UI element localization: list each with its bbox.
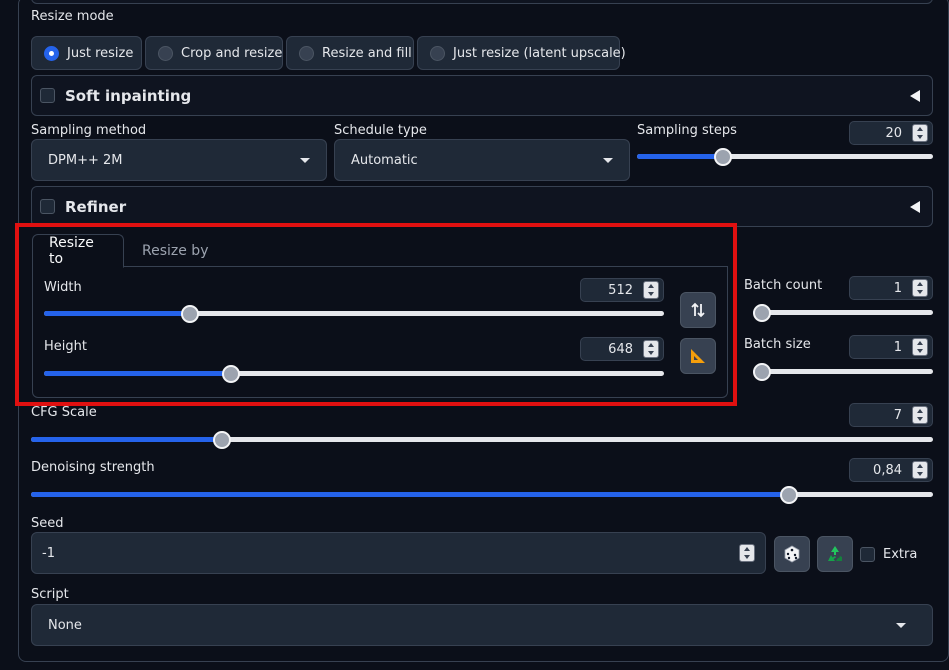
stepper-arrows-icon[interactable] bbox=[912, 279, 928, 297]
soft-inpainting-label: Soft inpainting bbox=[65, 86, 192, 105]
radio-label: Crop and resize bbox=[181, 45, 283, 61]
radio-just-resize-latent[interactable]: Just resize (latent upscale) bbox=[417, 36, 626, 70]
extra-seed-checkbox[interactable] bbox=[860, 547, 875, 562]
radio-resize-and-fill[interactable]: Resize and fill bbox=[286, 36, 414, 70]
denoising-strength-label: Denoising strength bbox=[31, 460, 155, 475]
chevron-down-icon bbox=[896, 622, 906, 628]
stepper-arrows-icon[interactable] bbox=[912, 124, 928, 142]
batch-size-label: Batch size bbox=[744, 337, 811, 352]
batch-count-value: 1 bbox=[893, 280, 902, 296]
radio-label: Just resize bbox=[67, 45, 134, 61]
slider-fill bbox=[31, 437, 223, 442]
collapse-triangle-icon[interactable] bbox=[910, 89, 920, 102]
sampling-steps-value: 20 bbox=[885, 125, 902, 141]
denoising-strength-slider[interactable] bbox=[31, 486, 933, 504]
denoising-strength-value: 0,84 bbox=[873, 462, 902, 478]
seed-input[interactable]: -1 bbox=[31, 532, 766, 574]
slider-thumb[interactable] bbox=[713, 148, 732, 166]
script-value: None bbox=[48, 617, 82, 633]
chevron-down-icon bbox=[300, 157, 310, 163]
batch-count-input[interactable]: 1 bbox=[849, 276, 933, 300]
cfg-scale-slider[interactable] bbox=[31, 431, 933, 449]
batch-count-slider[interactable] bbox=[753, 304, 933, 322]
sampling-method-value: DPM++ 2M bbox=[48, 152, 123, 168]
denoising-strength-input[interactable]: 0,84 bbox=[849, 458, 933, 482]
recycle-icon bbox=[828, 546, 842, 561]
radio-label: Resize and fill bbox=[322, 45, 412, 61]
radio-dot bbox=[299, 45, 314, 61]
schedule-type-label: Schedule type bbox=[334, 123, 427, 138]
slider-thumb[interactable] bbox=[213, 431, 232, 449]
radio-dot bbox=[158, 45, 173, 61]
radio-dot bbox=[430, 45, 445, 61]
sampling-method-label: Sampling method bbox=[31, 123, 147, 138]
batch-count-label: Batch count bbox=[744, 278, 823, 293]
radio-just-resize[interactable]: Just resize bbox=[31, 36, 142, 70]
sampling-method-dropdown[interactable]: DPM++ 2M bbox=[31, 139, 327, 181]
refiner-label: Refiner bbox=[65, 197, 127, 216]
slider-fill bbox=[31, 492, 789, 497]
dice-icon bbox=[784, 545, 800, 563]
slider-thumb[interactable] bbox=[779, 486, 798, 504]
collapse-triangle-icon[interactable] bbox=[910, 200, 920, 213]
slider-fill bbox=[637, 154, 723, 159]
resize-mode-label: Resize mode bbox=[31, 9, 114, 24]
batch-size-value: 1 bbox=[893, 339, 902, 355]
stepper-arrows-icon[interactable] bbox=[739, 544, 755, 562]
extra-label: Extra bbox=[883, 547, 918, 562]
refiner-checkbox[interactable] bbox=[40, 199, 55, 214]
sampling-steps-input[interactable]: 20 bbox=[849, 121, 933, 145]
seed-label: Seed bbox=[31, 516, 64, 531]
cfg-scale-label: CFG Scale bbox=[31, 405, 97, 420]
batch-size-slider[interactable] bbox=[753, 363, 933, 381]
top-panel-edge bbox=[31, 0, 933, 4]
slider-thumb[interactable] bbox=[753, 304, 771, 322]
random-seed-button[interactable] bbox=[774, 536, 810, 572]
sampling-steps-label: Sampling steps bbox=[637, 123, 737, 138]
seed-value: -1 bbox=[42, 545, 55, 561]
schedule-type-dropdown[interactable]: Automatic bbox=[334, 139, 630, 181]
schedule-type-value: Automatic bbox=[351, 152, 418, 168]
stepper-arrows-icon[interactable] bbox=[912, 461, 928, 479]
slider-thumb[interactable] bbox=[753, 363, 771, 381]
sampling-steps-slider[interactable] bbox=[637, 148, 933, 166]
stepper-arrows-icon[interactable] bbox=[912, 406, 928, 424]
chevron-down-icon bbox=[603, 157, 613, 163]
highlight-box bbox=[15, 223, 737, 406]
slider-track bbox=[753, 369, 933, 374]
reuse-seed-button[interactable] bbox=[817, 536, 853, 572]
cfg-scale-input[interactable]: 7 bbox=[849, 403, 933, 427]
slider-track bbox=[753, 310, 933, 315]
cfg-scale-value: 7 bbox=[893, 407, 902, 423]
soft-inpainting-checkbox[interactable] bbox=[40, 88, 55, 103]
script-label: Script bbox=[31, 587, 69, 602]
script-dropdown[interactable]: None bbox=[31, 604, 933, 646]
radio-label: Just resize (latent upscale) bbox=[453, 45, 626, 61]
soft-inpainting-accordion[interactable]: Soft inpainting bbox=[31, 75, 933, 116]
radio-crop-and-resize[interactable]: Crop and resize bbox=[145, 36, 283, 70]
refiner-accordion[interactable]: Refiner bbox=[31, 186, 933, 227]
batch-size-input[interactable]: 1 bbox=[849, 335, 933, 359]
stepper-arrows-icon[interactable] bbox=[912, 338, 928, 356]
radio-dot-selected bbox=[44, 45, 59, 61]
